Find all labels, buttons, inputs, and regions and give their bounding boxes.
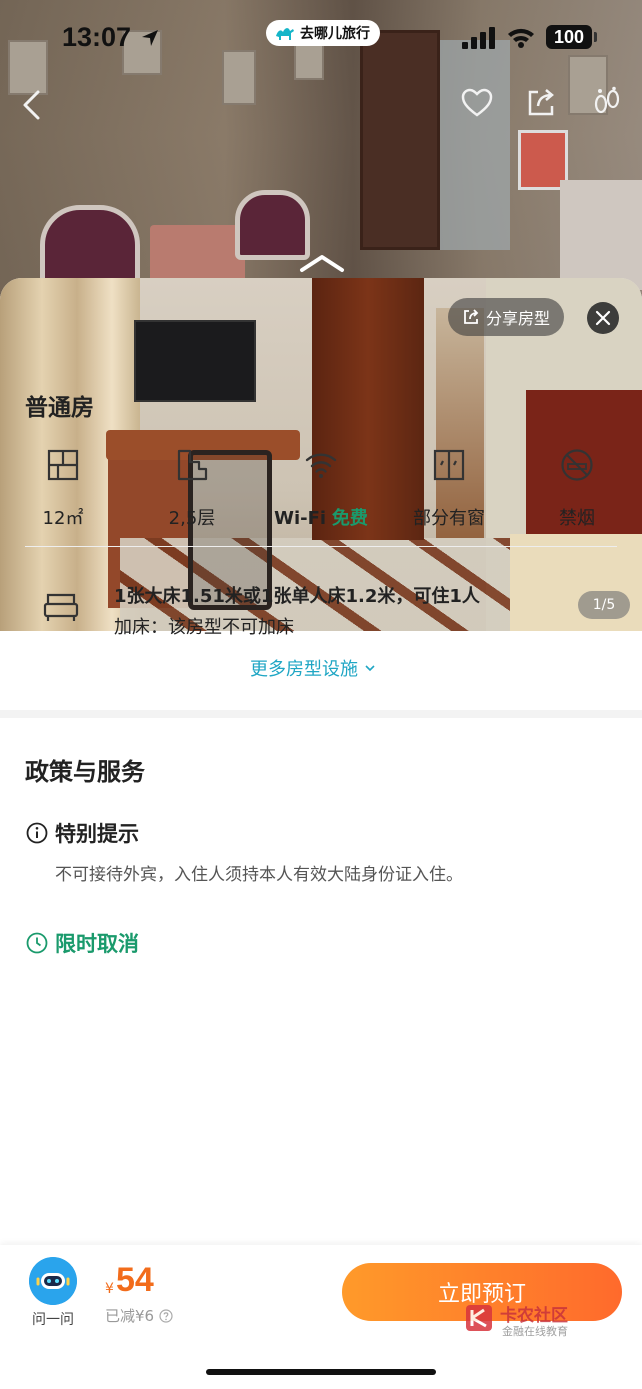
room-features: 12㎡ 2,5层 Wi-Fi 免费 部分有窗 禁烟 — [0, 448, 642, 530]
info-icon — [26, 822, 48, 844]
wifi-icon — [305, 453, 337, 478]
section-separator — [0, 710, 642, 718]
battery-level: 100 — [553, 26, 585, 47]
bottom-action-bar: 问一问 ¥ 54 已减¥6 立即预订 卡农社区 金融在线教育 — [0, 1245, 642, 1389]
ask-button-label[interactable]: 问一问 — [32, 1309, 74, 1329]
policy-section-title: 政策与服务 — [25, 758, 145, 786]
more-facilities-link[interactable]: 更多房型设施 — [250, 655, 376, 681]
special-notice-title: 特别提示 — [55, 822, 139, 846]
watermark-subtitle: 金融在线教育 — [502, 1325, 568, 1338]
watermark-logo-icon — [466, 1305, 492, 1331]
close-icon[interactable] — [587, 302, 619, 334]
app-return-pill[interactable]: 去哪儿旅行 — [266, 20, 380, 46]
limited-cancel-title: 限时取消 — [55, 932, 139, 956]
extra-bed-info: 加床：该房型不可加床 — [114, 617, 294, 638]
feature-floor: 2,5层 — [132, 448, 252, 530]
feature-wifi-label: Wi-Fi 免费 — [274, 504, 368, 530]
assistant-robot-icon[interactable] — [29, 1257, 77, 1305]
feature-wifi: Wi-Fi 免费 — [261, 448, 381, 530]
window-icon — [433, 449, 465, 481]
feature-area-label: 12㎡ — [42, 508, 84, 529]
price-value: 54 — [116, 1261, 154, 1299]
more-facilities-label: 更多房型设施 — [250, 659, 358, 680]
share-room-icon — [464, 309, 479, 324]
home-indicator — [206, 1369, 436, 1375]
wifi-status-icon — [508, 28, 534, 48]
feature-window: 部分有窗 — [389, 448, 509, 530]
location-arrow-icon — [142, 30, 158, 46]
favorite-heart-icon[interactable] — [460, 86, 494, 120]
chevron-down-icon — [365, 665, 375, 672]
clock-icon — [26, 932, 48, 954]
room-type-name: 普通房 — [25, 395, 94, 421]
battery-indicator: 100 — [546, 25, 592, 49]
discount-text: 已减¥6 — [105, 1307, 155, 1325]
status-bar: 13:07 去哪儿旅行 100 — [0, 0, 642, 80]
bed-icon — [43, 593, 79, 621]
back-arrow-icon[interactable] — [16, 88, 50, 122]
divider — [25, 546, 617, 547]
app-pill-label: 去哪儿旅行 — [300, 26, 370, 42]
price-currency: ¥ — [105, 1281, 114, 1297]
area-icon — [47, 449, 79, 481]
expand-up-chevron-icon[interactable] — [298, 252, 346, 274]
floor-icon — [177, 449, 208, 481]
share-room-label: 分享房型 — [486, 309, 551, 328]
feature-area: 12㎡ — [3, 448, 123, 530]
battery-tip — [594, 32, 597, 42]
discount-info[interactable]: 已减¥6 — [105, 1305, 173, 1326]
wifi-text: Wi-Fi — [274, 508, 327, 529]
feature-floor-label: 2,5层 — [168, 508, 216, 529]
status-time: 13:07 — [62, 22, 132, 52]
bed-info: 1张大床1.51米或1张单人床1.2米，可住1人 — [114, 586, 480, 607]
no-smoking-icon — [561, 449, 593, 481]
feature-smoking-label: 禁烟 — [559, 508, 595, 529]
help-question-icon — [159, 1308, 173, 1323]
special-notice-text: 不可接待外宾，入住人须持本人有效大陆身份证入住。 — [55, 865, 463, 885]
watermark: 卡农社区 金融在线教育 — [464, 1301, 584, 1341]
share-icon[interactable] — [524, 86, 558, 120]
feature-window-label: 部分有窗 — [413, 508, 485, 529]
camel-logo-icon — [276, 28, 294, 40]
share-room-type-button[interactable]: 分享房型 — [448, 298, 565, 336]
photo-counter: 1/5 — [578, 591, 630, 619]
feature-smoking: 禁烟 — [517, 448, 637, 530]
cellular-signal-icon — [462, 27, 495, 49]
photo-counter-text: 1/5 — [592, 597, 616, 613]
wifi-free-text: 免费 — [331, 508, 368, 529]
footprint-icon[interactable] — [590, 86, 624, 120]
